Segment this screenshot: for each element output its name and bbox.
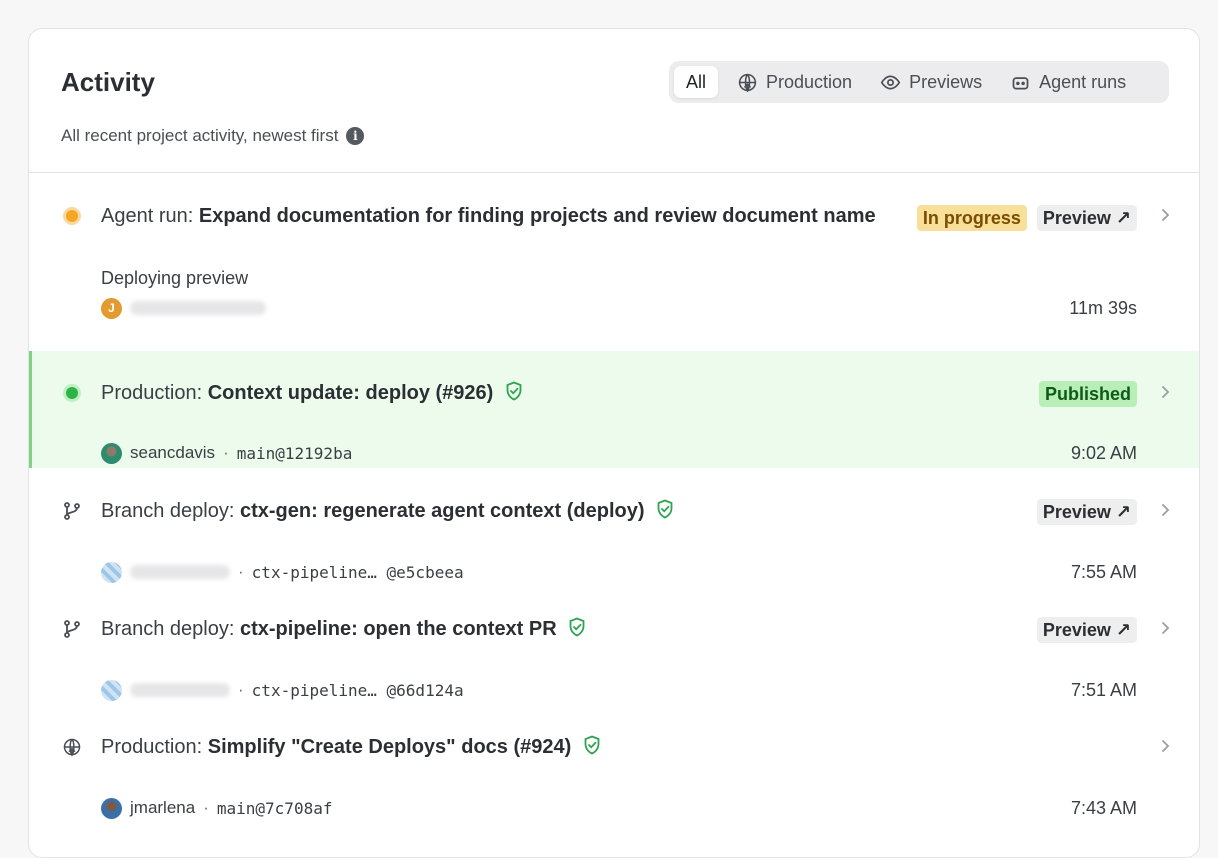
published-dot-icon <box>63 384 81 402</box>
filter-label: Agent runs <box>1039 71 1127 92</box>
activity-header: Activity All recent project activity, ne… <box>29 29 1199 173</box>
activity-card: Activity All recent project activity, ne… <box>28 28 1200 858</box>
row-name: Expand documentation for finding project… <box>198 205 876 227</box>
row-meta: · ctx-pipeline… @66d124a <box>101 678 464 702</box>
row-badges: Preview ↗ <box>1036 617 1137 643</box>
row-meta: seancdavis · main@12192ba <box>101 441 352 465</box>
robot-icon <box>1012 76 1029 89</box>
row-ref: ctx-pipeline… @66d124a <box>251 680 464 700</box>
preview-button[interactable]: Preview ↗ <box>1036 205 1137 231</box>
shield-check-icon <box>569 617 585 637</box>
page-title: Activity <box>61 67 155 97</box>
row-subtext: Deploying preview <box>101 268 249 288</box>
activity-filter-tabs: All Production Previews Agent runs <box>669 61 1169 103</box>
filter-label: Production <box>766 71 853 92</box>
row-name: ctx-pipeline: open the context PR <box>239 618 557 640</box>
row-time: 9:02 AM <box>1070 443 1137 463</box>
row-badges: Preview ↗ <box>1036 499 1137 525</box>
info-icon[interactable]: i <box>346 127 365 145</box>
row-name: Context update: deploy (#926) <box>207 382 494 404</box>
preview-button[interactable]: Preview ↗ <box>1036 617 1137 643</box>
branch-icon <box>64 620 80 638</box>
separator-dot: · <box>238 680 244 699</box>
activity-row-agent-run[interactable]: Agent run: Expand documentation for find… <box>29 174 1199 350</box>
chevron-right-icon[interactable] <box>1159 385 1171 399</box>
filter-agent-runs[interactable]: Agent runs <box>999 66 1137 98</box>
row-ref: ctx-pipeline… @e5cbeea <box>251 562 464 582</box>
row-title: Branch deploy: ctx-gen: regenerate agent… <box>101 495 674 527</box>
row-kind: Branch deploy: <box>101 618 235 640</box>
filter-previews[interactable]: Previews <box>869 66 993 98</box>
row-user: jmarlena <box>130 798 196 817</box>
row-badges: In progress Preview ↗ <box>916 205 1137 231</box>
avatar: J <box>101 297 122 319</box>
globe-upload-icon <box>63 738 81 757</box>
filter-label: Previews <box>909 71 983 92</box>
subtitle-text: All recent project activity, newest firs… <box>61 126 339 145</box>
shield-check-icon <box>584 735 600 755</box>
row-time: 7:55 AM <box>1070 562 1137 582</box>
activity-row-production-published[interactable]: Production: Context update: deploy (#926… <box>29 351 1199 468</box>
status-badge: In progress <box>916 205 1027 231</box>
row-title: Production: Context update: deploy (#926… <box>101 377 523 409</box>
separator-dot: · <box>238 562 244 581</box>
row-meta: J <box>101 296 266 320</box>
chevron-right-icon[interactable] <box>1159 208 1171 222</box>
row-user: seancdavis <box>130 443 216 462</box>
row-ref: main@12192ba <box>236 443 353 463</box>
shield-check-icon <box>506 381 522 401</box>
row-title: Agent run: Expand documentation for find… <box>101 200 891 232</box>
chevron-right-icon[interactable] <box>1159 739 1171 753</box>
eye-icon <box>880 74 901 90</box>
row-time: 11m 39s <box>1069 298 1137 318</box>
redacted-username <box>130 683 230 697</box>
redacted-username <box>130 301 266 315</box>
avatar <box>101 442 122 464</box>
filter-all[interactable]: All <box>674 66 719 98</box>
row-kind: Agent run: <box>101 205 194 227</box>
avatar <box>101 561 122 583</box>
row-meta: · ctx-pipeline… @e5cbeea <box>101 560 464 584</box>
row-badges: Published <box>1038 381 1137 407</box>
row-title: Production: Simplify "Create Deploys" do… <box>101 731 601 763</box>
row-meta: jmarlena · main@7c708af <box>101 796 332 820</box>
chevron-right-icon[interactable] <box>1159 503 1171 517</box>
row-kind: Production: <box>101 736 203 758</box>
row-kind: Production: <box>101 382 203 404</box>
row-kind: Branch deploy: <box>101 500 235 522</box>
status-badge: Published <box>1038 381 1137 407</box>
redacted-username <box>130 565 230 579</box>
in-progress-dot-icon <box>63 207 81 225</box>
separator-dot: · <box>223 443 229 462</box>
activity-row-branch-deploy[interactable]: Branch deploy: ctx-pipeline: open the co… <box>29 587 1199 705</box>
separator-dot: · <box>203 798 209 817</box>
chevron-right-icon[interactable] <box>1159 621 1171 635</box>
avatar <box>101 679 122 701</box>
row-time: 7:43 AM <box>1070 798 1137 818</box>
row-time: 7:51 AM <box>1070 680 1137 700</box>
row-ref: main@7c708af <box>216 798 333 818</box>
preview-button[interactable]: Preview ↗ <box>1036 499 1137 525</box>
page-subtitle: All recent project activity, newest firs… <box>61 126 365 146</box>
avatar <box>101 797 122 819</box>
row-name: Simplify "Create Deploys" docs (#924) <box>207 736 572 758</box>
branch-icon <box>64 502 80 520</box>
filter-label: All <box>686 71 707 92</box>
activity-row-production[interactable]: Production: Simplify "Create Deploys" do… <box>29 705 1199 835</box>
shield-check-icon <box>657 499 673 519</box>
filter-production[interactable]: Production <box>726 66 863 98</box>
row-title: Branch deploy: ctx-pipeline: open the co… <box>101 613 586 645</box>
activity-row-branch-deploy[interactable]: Branch deploy: ctx-gen: regenerate agent… <box>29 469 1199 587</box>
row-name: ctx-gen: regenerate agent context (deplo… <box>239 500 645 522</box>
globe-upload-icon <box>738 73 757 92</box>
